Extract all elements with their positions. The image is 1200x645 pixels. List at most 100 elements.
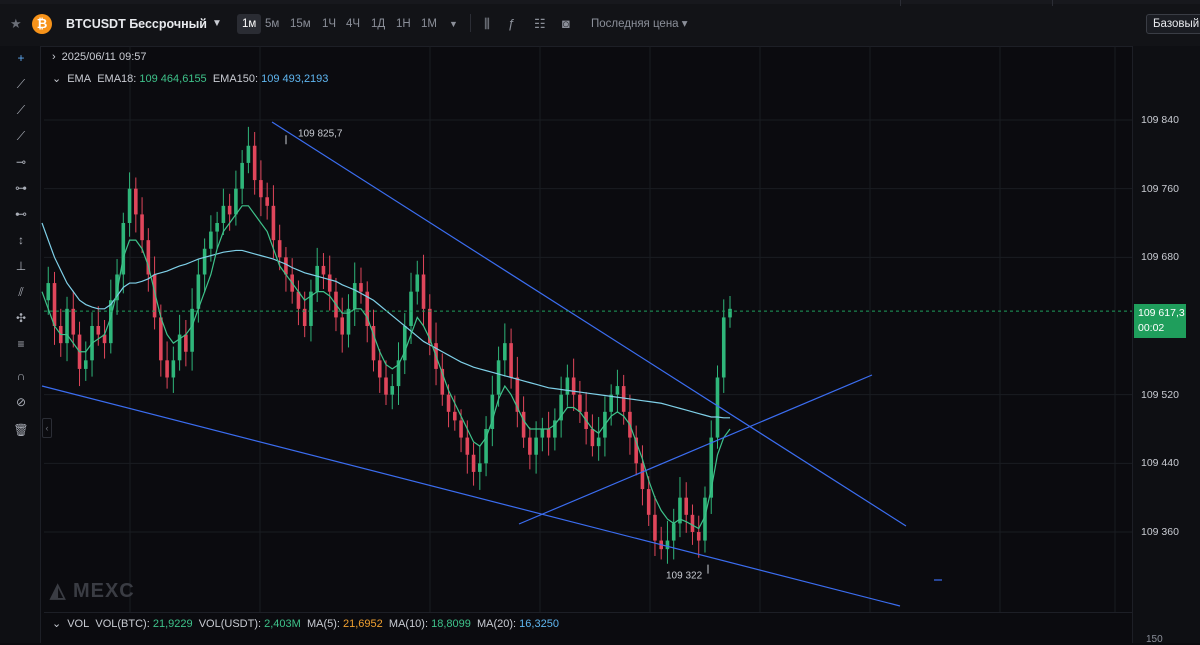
candle-body (165, 360, 169, 378)
price-type-select[interactable]: Последняя цена ▾ (591, 14, 688, 34)
candle-body (315, 265, 319, 292)
ma5-value: 21,6952 (343, 618, 383, 630)
candle-body (277, 240, 282, 258)
candle-body (596, 437, 601, 447)
candle-body (565, 377, 570, 395)
candle-body (140, 214, 144, 241)
price-type-label: Последняя цена (591, 18, 679, 30)
candle-body (240, 162, 244, 189)
candle-body (503, 343, 507, 361)
templates-icon[interactable]: ☷ (534, 14, 546, 34)
candle-body (265, 197, 269, 206)
candle-body (546, 428, 551, 438)
toolbar-divider (470, 14, 471, 32)
vol-usdt-value: 2,403M (264, 618, 301, 630)
candle-body (190, 308, 194, 352)
candle-body (234, 188, 238, 215)
timeframe-5m[interactable]: 5м (260, 14, 284, 34)
vol-title: VOL (67, 618, 90, 630)
timeframe-1w[interactable]: 1Н (391, 14, 416, 34)
candle-body (377, 360, 382, 378)
candle-body (127, 188, 132, 223)
timeframe-1d[interactable]: 1Д (366, 14, 390, 34)
ma10-value: 18,8099 (431, 618, 471, 630)
candle-body (621, 386, 626, 412)
ema150-value: 109 493,2193 (261, 73, 329, 85)
candle-body (696, 531, 701, 541)
candle-body (721, 317, 726, 378)
candle-body (471, 454, 476, 472)
favorite-star-icon[interactable]: ★ (10, 14, 22, 34)
candle-countdown: 00:02 (1138, 322, 1165, 334)
ema18-label: EMA18: (97, 73, 137, 85)
basic-view-button[interactable]: Базовый (1146, 14, 1200, 34)
timeframe-15m[interactable]: 15м (285, 14, 316, 34)
price-tick-label: 109 680 (1141, 251, 1179, 264)
timeframe-1h[interactable]: 1Ч (317, 14, 341, 34)
candle-body (478, 463, 482, 472)
candle-body (528, 437, 532, 455)
vol-btc-label: VOL(BTC): (95, 618, 150, 630)
symbol-name[interactable]: BTCUSDT Бессрочный (66, 14, 207, 34)
candle-body (221, 205, 226, 223)
ma5-label: MA(5): (306, 618, 340, 630)
candle-body (384, 377, 388, 395)
volume-axis-label: 150 (1146, 634, 1163, 645)
indicators-icon[interactable]: ƒ (508, 14, 515, 34)
ema-legend: ⌄ EMA EMA18: 109 464,6155 EMA150: 109 493… (52, 72, 328, 85)
candle-body (46, 283, 51, 301)
more-timeframes-icon[interactable]: ▼ (449, 14, 458, 34)
candle-body (52, 283, 57, 326)
datetime-legend: › 2025/06/11 09:57 (52, 51, 147, 63)
candle-body (71, 308, 76, 335)
price-tick-label: 109 440 (1141, 457, 1179, 470)
candle-body (209, 231, 213, 249)
volume-legend: ⌄ VOL VOL(BTC): 21,9229 VOL(USDT): 2,403M… (52, 617, 559, 630)
candle-type-icon[interactable]: ⫼ (484, 14, 490, 34)
timeframe-1mo[interactable]: 1М (416, 14, 442, 34)
mexc-watermark: ◭ MEXC (50, 580, 135, 602)
price-chart[interactable]: 109 825,7 109 322 (0, 46, 1132, 643)
watermark-text: MEXC (72, 580, 135, 602)
bitcoin-logo-icon: ₿ (32, 14, 52, 34)
candle-body (359, 283, 363, 292)
candle-body (728, 308, 732, 318)
candle-body (421, 274, 426, 309)
price-tick-label: 109 840 (1141, 114, 1179, 126)
symbol-dropdown-icon[interactable]: ▼ (212, 14, 222, 34)
candle-body (453, 411, 457, 421)
price-axis[interactable] (1132, 46, 1200, 643)
vol-btc-value: 21,9229 (152, 618, 193, 630)
candle-body (352, 283, 357, 309)
candle-body (171, 360, 176, 378)
trend-line (41, 385, 901, 607)
candle-body (184, 334, 188, 352)
high-annotation: 109 825,7 (298, 128, 343, 139)
candle-body (340, 317, 345, 335)
candle-body (215, 222, 219, 232)
screenshot-icon[interactable]: ◙ (562, 14, 570, 34)
ma20-value: 16,3250 (519, 618, 559, 630)
ema18-value: 109 464,6155 (139, 73, 207, 85)
collapse-chevron-icon[interactable]: ⌄ (52, 73, 61, 85)
tab-divider (1052, 0, 1053, 6)
candle-body (665, 540, 670, 550)
current-price-tag: 109 617,3 00:02 (1134, 304, 1186, 338)
candle-body (684, 497, 689, 515)
candle-body (134, 188, 138, 215)
timeframe-1m[interactable]: 1м (237, 14, 262, 34)
candle-body (246, 145, 251, 163)
ma20-label: MA(20): (476, 618, 517, 630)
candle-body (202, 248, 207, 275)
expand-chevron-icon[interactable]: › (52, 51, 56, 63)
volume-collapse-icon[interactable]: ⌄ (52, 618, 61, 630)
candle-body (446, 394, 451, 412)
candle-body (715, 377, 720, 438)
candle-body (227, 205, 232, 215)
candle-body (578, 394, 582, 412)
price-tick-label: 109 520 (1141, 388, 1179, 401)
candle-body (390, 386, 395, 395)
timeframe-4h[interactable]: 4Ч (341, 14, 365, 34)
candle-body (415, 274, 420, 292)
candle-body (640, 463, 645, 490)
